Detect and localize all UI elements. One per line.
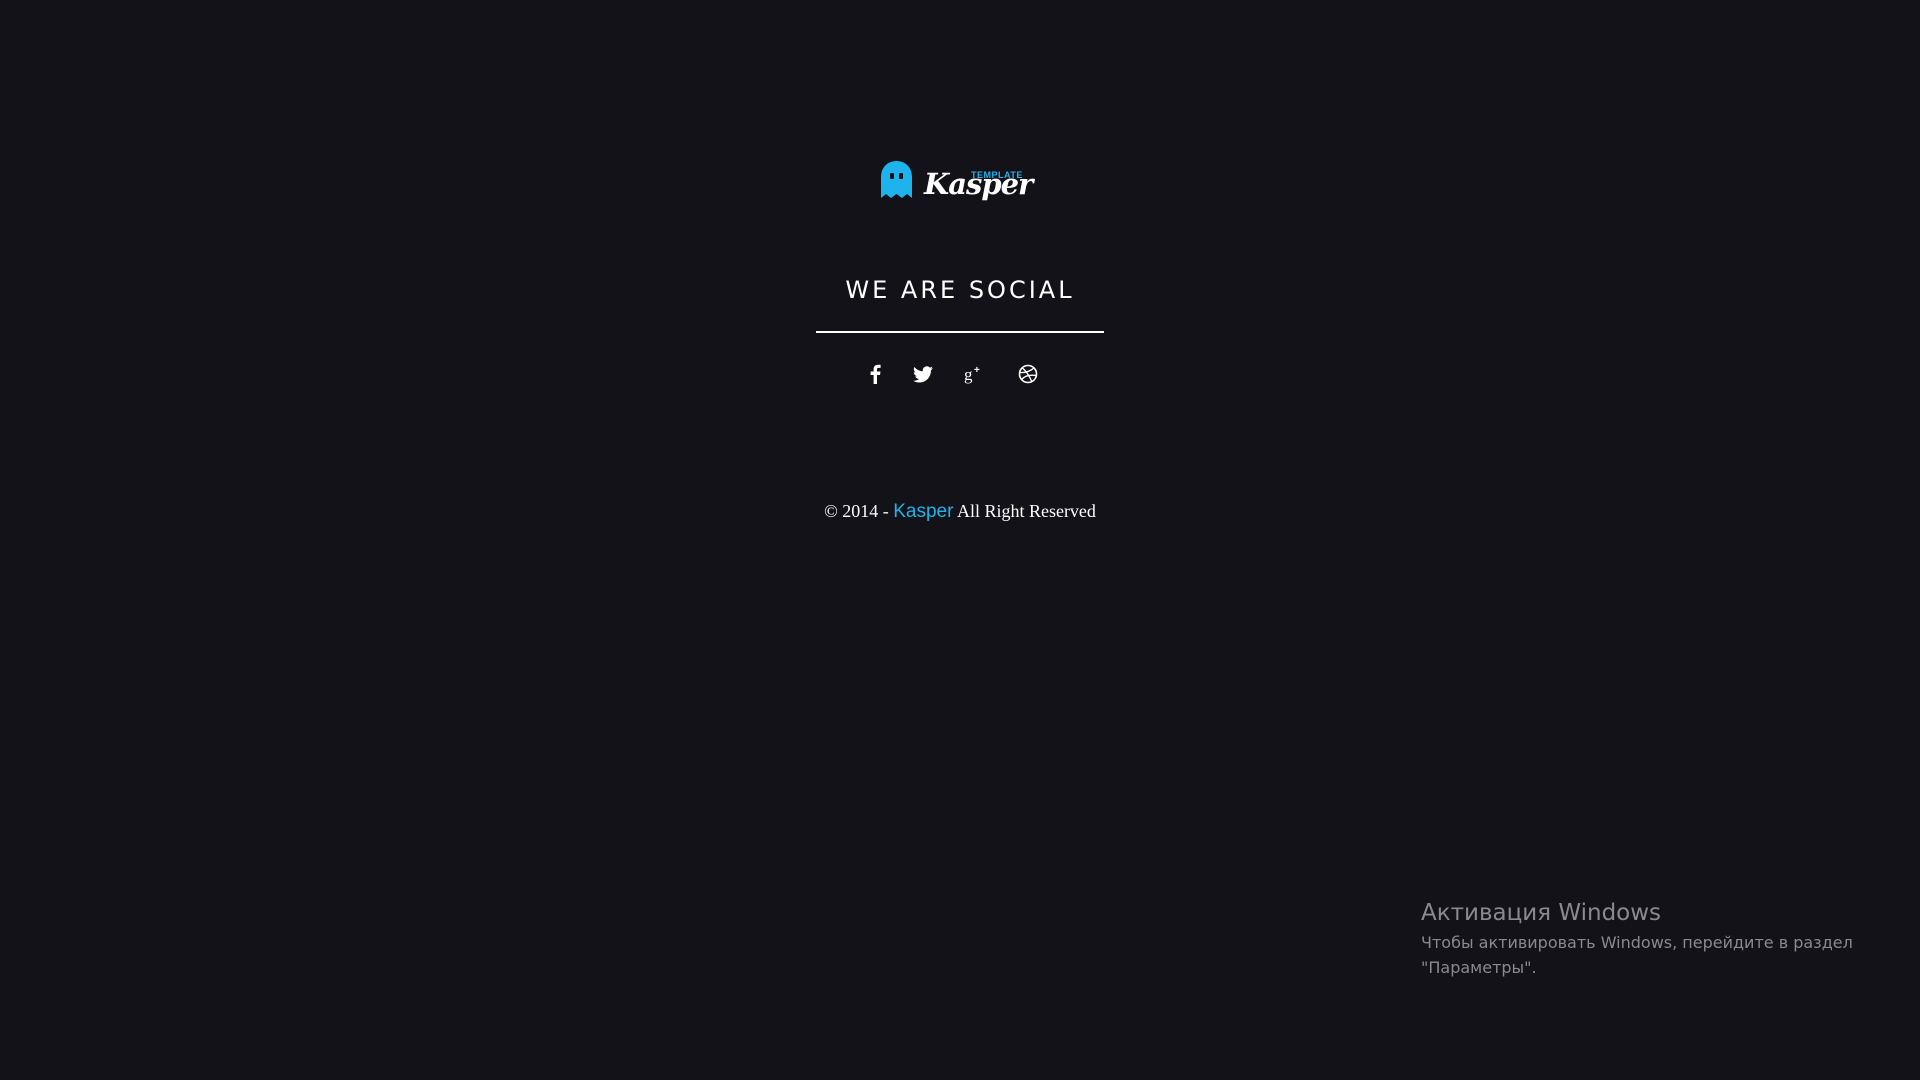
google-plus-icon[interactable]: g + bbox=[960, 360, 988, 388]
svg-text:+: + bbox=[974, 365, 980, 376]
svg-text:g: g bbox=[964, 365, 973, 384]
logo[interactable]: Kasper TEMPLATE bbox=[879, 158, 1033, 206]
watermark-title: Активация Windows bbox=[1421, 900, 1662, 926]
copyright-suffix: All Right Reserved bbox=[953, 501, 1096, 521]
twitter-icon[interactable] bbox=[909, 360, 937, 388]
watermark-line-2: "Параметры". bbox=[1421, 958, 1537, 977]
logo-tagline: TEMPLATE bbox=[971, 170, 1023, 180]
divider bbox=[816, 331, 1104, 333]
ghost-icon bbox=[881, 161, 912, 198]
facebook-icon[interactable] bbox=[861, 360, 889, 388]
copyright-prefix: © 2014 - bbox=[824, 501, 894, 521]
windows-activation-watermark: Активация Windows Чтобы активировать Win… bbox=[1421, 898, 1901, 980]
copyright: © 2014 - Kasper All Right Reserved bbox=[760, 496, 1160, 527]
social-heading: WE ARE SOCIAL bbox=[845, 276, 1075, 304]
dribbble-icon[interactable] bbox=[1014, 360, 1042, 388]
watermark-line-1: Чтобы активировать Windows, перейдите в … bbox=[1421, 933, 1853, 952]
brand-link[interactable]: Kasper bbox=[893, 501, 953, 522]
page: Kasper TEMPLATE WE ARE SOCIAL g + © 2014… bbox=[0, 0, 1920, 1080]
social-links: g + bbox=[860, 360, 1060, 390]
